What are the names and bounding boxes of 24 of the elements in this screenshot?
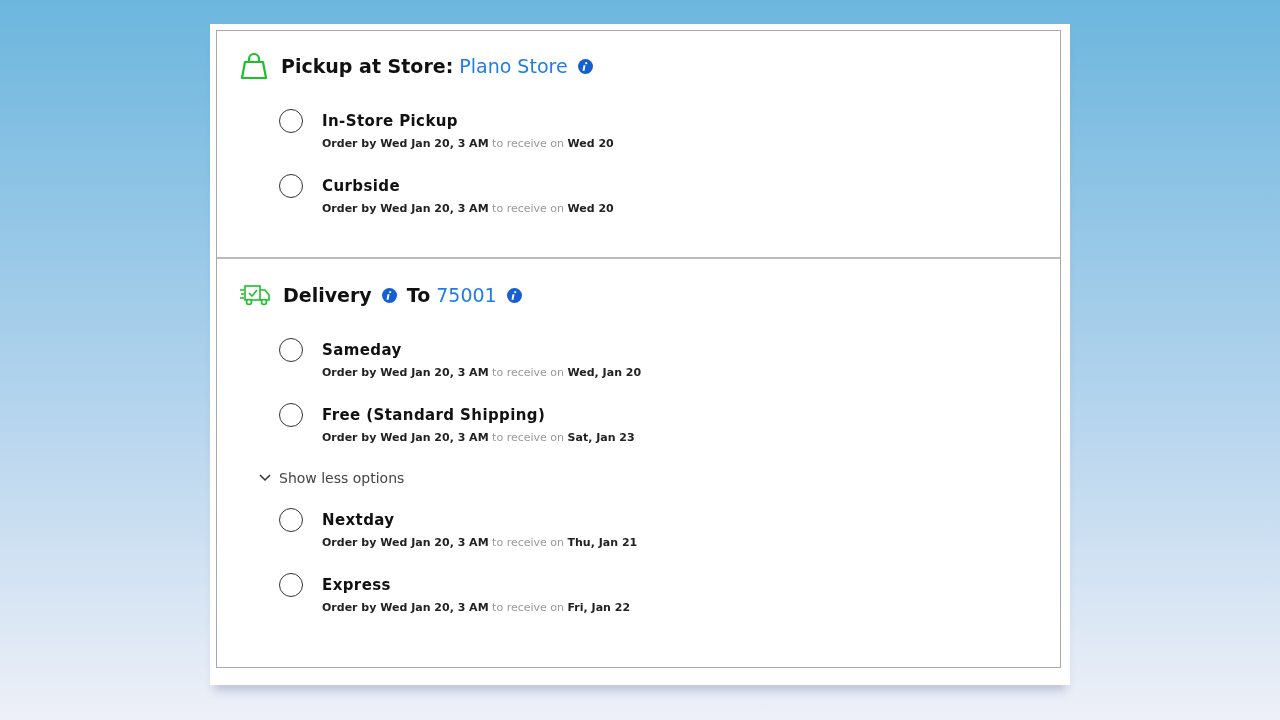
info-icon[interactable] [577, 58, 593, 74]
option-detail: Order by Wed Jan 20, 3 AM to receive on Sat, Jan 23 [322, 431, 635, 444]
option-label: In-Store Pickup [322, 112, 459, 130]
option-label: Sameday [322, 341, 403, 359]
location-link[interactable]: Plano Store [459, 55, 568, 77]
section-title: To [406, 284, 431, 306]
shopping-bag-icon [239, 51, 269, 81]
option-detail: Order by Wed Jan 20, 3 AM to receive on Wed, Jan 20 [322, 366, 642, 379]
show-less-toggle[interactable]: Show less options [259, 470, 405, 486]
option-detail: Order by Wed Jan 20, 3 AM to receive on Wed 20 [322, 202, 614, 215]
location-link[interactable]: 75001 [436, 284, 497, 306]
option-label: Curbside [322, 177, 401, 195]
chevron-down-icon [259, 474, 271, 482]
delivery-truck-icon [239, 284, 271, 306]
option-detail: Order by Wed Jan 20, 3 AM to receive on Wed 20 [322, 137, 614, 150]
option-label: Free (Standard Shipping) [322, 406, 547, 424]
option-label: Express [322, 576, 392, 594]
option-label: Nextday [322, 511, 396, 529]
info-icon[interactable] [506, 287, 522, 303]
section-title: Pickup at Store: [281, 55, 454, 77]
section-title: Delivery [283, 284, 372, 306]
info-icon[interactable] [381, 287, 397, 303]
option-detail: Order by Wed Jan 20, 3 AM to receive on Thu, Jan 21 [322, 536, 638, 549]
option-detail: Order by Wed Jan 20, 3 AM to receive on Fri, Jan 22 [322, 601, 631, 614]
